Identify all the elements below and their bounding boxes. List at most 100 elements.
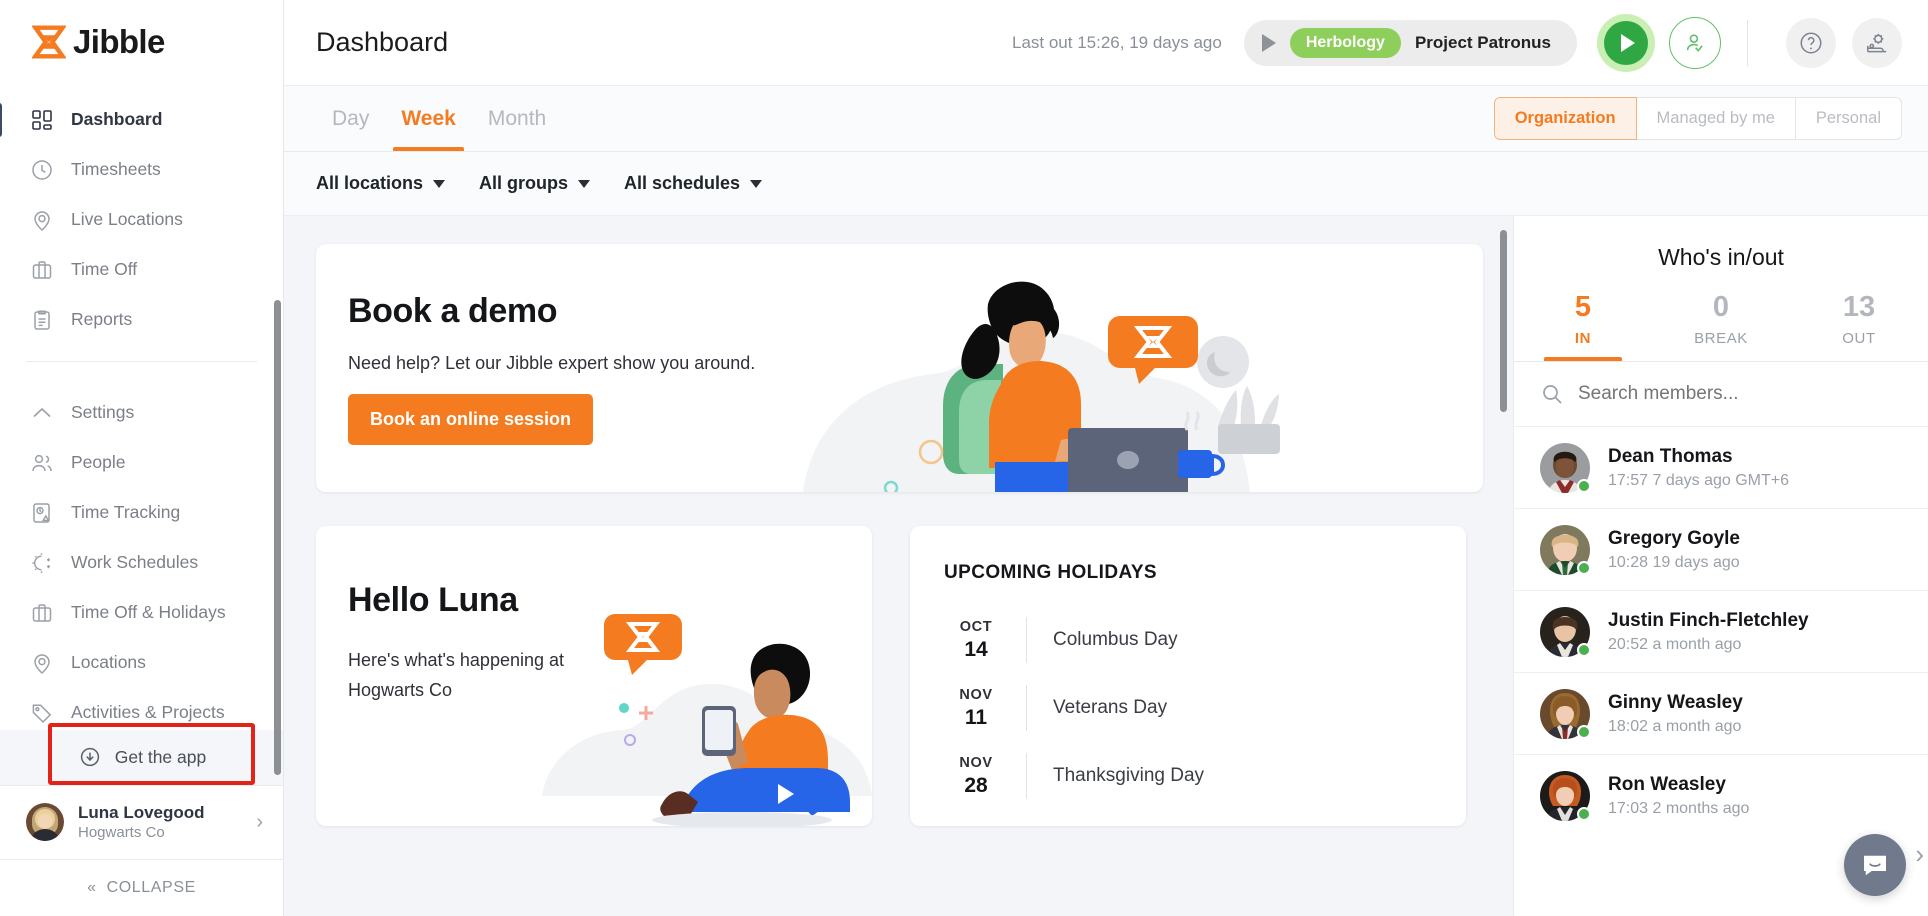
list-item[interactable]: Gregory Goyle 10:28 19 days ago [1514, 508, 1928, 590]
brand-logo[interactable]: Jibble [0, 0, 283, 85]
stat-count: 5 [1574, 291, 1592, 323]
scope-managed-by-me[interactable]: Managed by me [1636, 97, 1796, 140]
stat-in[interactable]: 5 IN [1514, 287, 1652, 361]
member-name: Gregory Goyle [1608, 527, 1740, 549]
time-tracking-icon [29, 500, 55, 526]
holiday-month: NOV [959, 754, 993, 771]
chevron-up-icon [29, 400, 55, 426]
sidebar-item-reports[interactable]: Reports [0, 295, 283, 345]
stat-out[interactable]: 13 OUT [1790, 287, 1928, 361]
scope-organization[interactable]: Organization [1493, 97, 1637, 140]
member-name: Ginny Weasley [1608, 691, 1743, 713]
sidebar-label: Work Schedules [71, 552, 199, 573]
sidebar-item-locations[interactable]: Locations [0, 638, 283, 688]
member-time: 18:02 a month ago [1608, 717, 1742, 735]
filters-row: All locations All groups All schedules [284, 152, 1928, 216]
filter-all-groups[interactable]: All groups [479, 173, 591, 194]
get-the-app-label: Get the app [114, 746, 207, 767]
sidebar-item-time-off-holidays[interactable]: Time Off & Holidays [0, 588, 283, 638]
sidebar-item-work-schedules[interactable]: Work Schedules [0, 538, 283, 588]
chat-widget-button[interactable] [1844, 834, 1906, 896]
tab-month[interactable]: Month [472, 86, 562, 151]
member-time: 17:57 7 days ago GMT+6 [1608, 471, 1789, 489]
person-check-icon [1686, 33, 1703, 52]
search-icon [1543, 385, 1562, 404]
filter-all-schedules[interactable]: All schedules [624, 173, 763, 194]
topbar-divider [1747, 19, 1748, 66]
chevron-down-icon [578, 179, 591, 188]
holiday-row: NOV 28 Thanksgiving Day [944, 742, 1466, 810]
tab-day[interactable]: Day [316, 86, 385, 151]
get-the-app-button[interactable]: Get the app [0, 729, 283, 785]
sidebar-label: Settings [71, 402, 135, 423]
content-scrollbar[interactable] [1500, 230, 1507, 412]
list-item[interactable]: Justin Finch-Fletchley 20:52 a month ago [1514, 590, 1928, 672]
sidebar-scrollbar[interactable] [274, 300, 281, 775]
body-split: Book a demo Need help? Let our Jibble ex… [284, 216, 1928, 916]
status-badge [1577, 478, 1591, 493]
panel-expand-chevron[interactable]: › [1915, 839, 1924, 870]
filter-label: All schedules [624, 173, 741, 193]
sidebar-user-profile[interactable]: Luna Lovegood Hogwarts Co › [0, 786, 283, 859]
help-button[interactable] [1786, 17, 1836, 68]
brand-name: Jibble [73, 23, 165, 61]
member-search-row [1514, 362, 1928, 426]
stat-break[interactable]: 0 BREAK [1652, 287, 1790, 361]
list-item[interactable]: Ron Weasley 17:03 2 months ago [1514, 754, 1928, 836]
collapse-label: COLLAPSE [106, 878, 196, 896]
briefcase-icon [29, 600, 55, 626]
member-name: Justin Finch-Fletchley [1608, 609, 1809, 631]
sidebar-label: Time Off [71, 259, 138, 280]
tracker-pill[interactable]: Herbology Project Patronus [1243, 19, 1577, 66]
get-the-app-wrapper: Get the app [0, 729, 283, 785]
list-item[interactable]: Ginny Weasley 18:02 a month ago [1514, 672, 1928, 754]
sidebar-item-time-off[interactable]: Time Off [0, 245, 283, 295]
activity-chip[interactable]: Herbology [1289, 27, 1401, 58]
sidebar-item-settings[interactable]: Settings [0, 388, 283, 438]
holiday-day: 14 [964, 637, 988, 661]
book-online-session-button[interactable]: Book an online session [348, 394, 594, 445]
person-check-button[interactable] [1669, 16, 1721, 69]
collapse-sidebar-button[interactable]: « COLLAPSE [0, 858, 283, 916]
upcoming-holidays-card: UPCOMING HOLIDAYS OCT 14 Columbus Day NO… [910, 526, 1466, 826]
intercom-chat-icon [1864, 855, 1886, 876]
tag-icon [29, 700, 55, 726]
tab-week[interactable]: Week [385, 86, 471, 151]
sidebar-item-timesheets[interactable]: Timesheets [0, 145, 283, 195]
holiday-row: OCT 14 Columbus Day [944, 606, 1466, 674]
filter-label: All locations [316, 173, 424, 193]
last-out-status: Last out 15:26, 19 days ago [1012, 32, 1222, 52]
filter-all-locations[interactable]: All locations [316, 173, 446, 194]
sidebar-item-live-locations[interactable]: Live Locations [0, 195, 283, 245]
scope-personal[interactable]: Personal [1795, 97, 1902, 140]
filter-label: All groups [479, 173, 569, 193]
chevron-down-icon [750, 179, 763, 188]
question-mark-icon [1800, 31, 1822, 54]
page-title: Dashboard [316, 27, 449, 57]
chevron-right-icon: › [256, 810, 263, 833]
stat-label: BREAK [1694, 330, 1748, 347]
clock-in-play-button[interactable] [1597, 13, 1655, 72]
sidebar-item-dashboard[interactable]: Dashboard [0, 95, 283, 145]
dashboard-content: Book a demo Need help? Let our Jibble ex… [284, 216, 1513, 916]
double-chevron-left-icon: « [87, 878, 97, 896]
chevron-down-icon [433, 179, 446, 188]
sidebar-label: Time Tracking [71, 502, 181, 523]
avatar [1540, 688, 1591, 739]
member-name: Dean Thomas [1608, 445, 1733, 467]
settings-button[interactable] [1852, 17, 1902, 68]
people-icon [29, 450, 55, 476]
sidebar-item-time-tracking[interactable]: Time Tracking [0, 488, 283, 538]
project-name[interactable]: Project Patronus [1415, 33, 1551, 53]
list-item[interactable]: Dean Thomas 17:57 7 days ago GMT+6 [1514, 426, 1928, 508]
woman-at-laptop-illustration [803, 281, 1280, 492]
user-org: Hogwarts Co [78, 824, 165, 842]
sidebar-item-activities-projects[interactable]: Activities & Projects [0, 688, 283, 730]
status-badge [1577, 724, 1591, 739]
sidebar-divider [26, 360, 257, 362]
avatar [1540, 770, 1591, 821]
search-input[interactable] [1578, 383, 1878, 405]
sidebar-item-people[interactable]: People [0, 438, 283, 488]
play-triangle-icon [1261, 33, 1276, 52]
sidebar-label: Reports [71, 309, 133, 330]
